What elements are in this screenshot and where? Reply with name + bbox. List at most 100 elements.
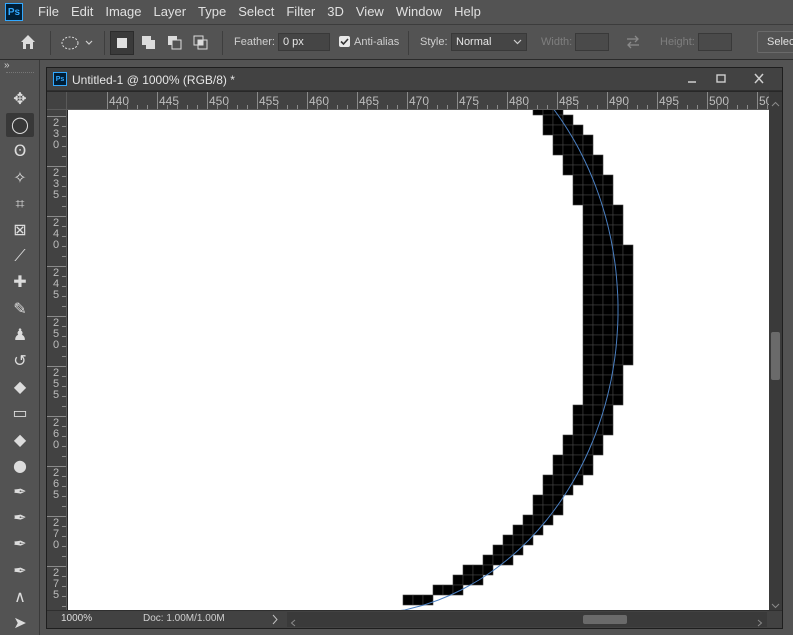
pixel: [602, 184, 614, 196]
magic-wand-tool[interactable]: ✧: [6, 166, 34, 190]
scroll-down-icon[interactable]: [771, 598, 780, 609]
menu-layer[interactable]: Layer: [148, 0, 193, 24]
separator: [408, 31, 409, 55]
vertical-scrollbar[interactable]: [769, 92, 782, 610]
pixel: [562, 144, 574, 156]
menu-type[interactable]: Type: [192, 0, 232, 24]
menu-window[interactable]: Window: [390, 0, 448, 24]
healing-brush-tool[interactable]: ✚: [6, 270, 34, 294]
menu-file[interactable]: File: [32, 0, 65, 24]
move-tool[interactable]: ✥: [6, 87, 34, 111]
ruler-minor-tick: [62, 226, 66, 227]
ruler-origin[interactable]: [47, 92, 67, 110]
home-icon[interactable]: [18, 33, 38, 51]
menu-image[interactable]: Image: [99, 0, 147, 24]
pixel: [572, 454, 584, 466]
document-tab-title[interactable]: Untitled-1 @ 1000% (RGB/8) *: [72, 73, 235, 87]
scroll-left-icon[interactable]: [290, 616, 296, 627]
horizontal-ruler[interactable]: 440 445 450 455 460 465 470 475 480 485 490 495 500 5…: [67, 92, 769, 110]
pixel: [592, 274, 604, 286]
blur-tool[interactable]: ◆: [6, 428, 34, 452]
tools-panel: » ✥ ◯ ʘ ✧ ⌗ ⊠ ⟋ ✚ ✎ ♟ ↺ ◆ ▭ ◆ ● ✒ ✒ ✒ ✒ ∧ ➤: [0, 60, 40, 635]
scroll-right-icon[interactable]: [757, 616, 763, 627]
pixel: [572, 184, 584, 196]
menu-view[interactable]: View: [350, 0, 390, 24]
select-and-mask-button[interactable]: Select: [757, 31, 793, 53]
menu-edit[interactable]: Edit: [65, 0, 99, 24]
history-brush-tool[interactable]: ↺: [6, 349, 34, 373]
lasso-tool[interactable]: ʘ: [6, 139, 34, 163]
add-to-selection-icon[interactable]: [137, 31, 161, 55]
eyedropper-tool[interactable]: ⟋: [6, 244, 34, 268]
feather-input[interactable]: 0 px: [278, 33, 330, 51]
style-dropdown[interactable]: Normal: [451, 33, 527, 51]
height-input[interactable]: [698, 33, 732, 51]
move-icon: ✥: [13, 89, 27, 108]
pen-tool[interactable]: ✒: [6, 480, 34, 504]
pixel: [612, 224, 624, 236]
add-anchor-tool[interactable]: ✒: [6, 532, 34, 556]
new-selection-icon[interactable]: [110, 31, 134, 55]
scroll-up-icon[interactable]: [771, 96, 780, 107]
pixel: [592, 394, 604, 406]
canvas[interactable]: [68, 110, 769, 610]
pixel: [612, 244, 624, 256]
menu-select[interactable]: Select: [232, 0, 280, 24]
swap-width-height-icon[interactable]: [624, 33, 642, 51]
minimize-icon[interactable]: [683, 72, 701, 86]
menu-filter[interactable]: Filter: [280, 0, 321, 24]
pixel: [582, 444, 594, 456]
zoom-level[interactable]: 1000%: [61, 613, 92, 624]
pixel: [572, 134, 584, 146]
path-selection-tool[interactable]: ➤: [6, 611, 34, 635]
pixel: [452, 574, 464, 586]
pixel: [532, 514, 544, 526]
panel-grip[interactable]: [6, 72, 34, 75]
pixel: [592, 214, 604, 226]
gradient-tool[interactable]: ▭: [6, 401, 34, 425]
pixel: [512, 534, 524, 546]
antialias-checkbox[interactable]: [339, 36, 350, 47]
maximize-icon[interactable]: [712, 72, 730, 86]
collapse-panel-icon[interactable]: »: [4, 60, 10, 71]
horizontal-scroll-thumb[interactable]: [583, 615, 627, 624]
brush-tool[interactable]: ✎: [6, 297, 34, 321]
subtract-from-selection-icon[interactable]: [163, 31, 187, 55]
ruler-tick: [307, 92, 308, 109]
pixel: [532, 110, 544, 116]
eraser-tool[interactable]: ◆: [6, 375, 34, 399]
close-icon[interactable]: [750, 72, 768, 86]
freeform-pen-tool[interactable]: ✒: [6, 506, 34, 530]
elliptical-marquee-tool[interactable]: ◯: [6, 113, 34, 138]
clone-stamp-tool[interactable]: ♟: [6, 323, 34, 347]
pixel: [592, 244, 604, 256]
pixel: [602, 304, 614, 316]
width-input[interactable]: [575, 33, 609, 51]
ruler-minor-tick: [62, 206, 66, 207]
ruler-minor-tick: [62, 526, 66, 527]
tool-preset-picker[interactable]: [58, 33, 98, 53]
horizontal-scrollbar[interactable]: [287, 612, 767, 627]
pixel: [542, 484, 554, 496]
ruler-minor-tick: [62, 456, 66, 457]
ruler-tick: [757, 92, 758, 109]
ruler-tick: [407, 92, 408, 109]
menu-3d[interactable]: 3D: [321, 0, 350, 24]
frame-tool[interactable]: ⊠: [6, 218, 34, 242]
dodge-tool[interactable]: ●: [6, 454, 34, 478]
pixel: [602, 274, 614, 286]
pixel: [542, 110, 554, 116]
menu-help[interactable]: Help: [448, 0, 487, 24]
convert-point-tool[interactable]: ∧: [6, 585, 34, 609]
intersect-selection-icon[interactable]: [189, 31, 213, 55]
vertical-ruler[interactable]: 2 3 0 2 3 5 2 4 0 2 4 5 2 5 0 2 5 5 2 6 0 2 6 5…: [47, 110, 67, 610]
crop-tool[interactable]: ⌗: [6, 192, 34, 216]
status-menu-arrow-icon[interactable]: [271, 614, 279, 625]
delete-anchor-tool[interactable]: ✒: [6, 559, 34, 583]
pixel: [582, 384, 594, 396]
vertical-scroll-thumb[interactable]: [771, 332, 780, 380]
pixel-grid[interactable]: [68, 110, 769, 610]
pixel: [582, 224, 594, 236]
ruler-minor-tick: [62, 486, 66, 487]
ruler-minor-tick: [62, 326, 66, 327]
